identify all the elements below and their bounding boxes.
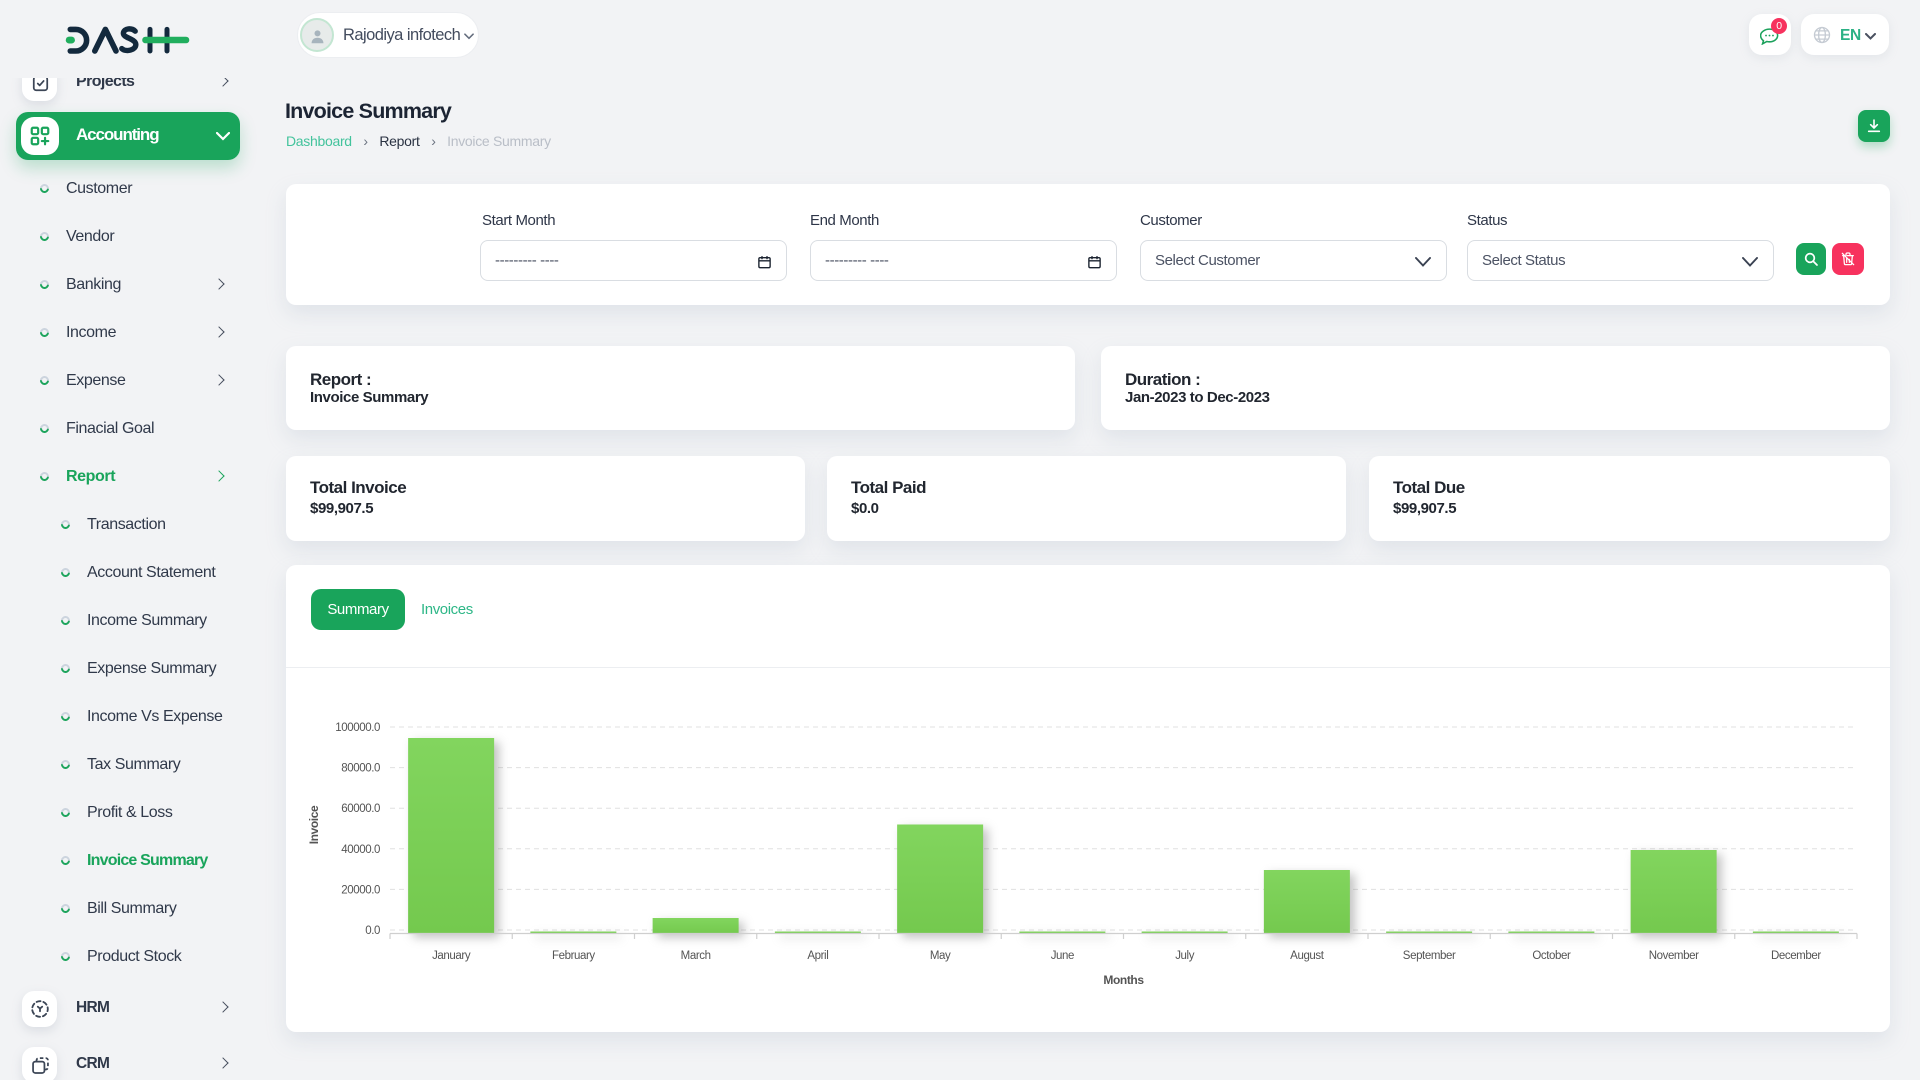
svg-text:January: January xyxy=(432,950,471,962)
svg-text:0.0: 0.0 xyxy=(365,925,380,937)
svg-text:November: November xyxy=(1649,950,1699,962)
svg-text:40000.0: 40000.0 xyxy=(341,844,380,856)
svg-text:60000.0: 60000.0 xyxy=(341,803,380,815)
svg-text:April: April xyxy=(807,950,828,962)
svg-text:September: September xyxy=(1403,950,1456,962)
svg-text:20000.0: 20000.0 xyxy=(341,884,380,896)
svg-text:Months: Months xyxy=(1103,973,1144,987)
svg-text:May: May xyxy=(930,950,951,962)
svg-text:August: August xyxy=(1290,950,1325,962)
svg-text:80000.0: 80000.0 xyxy=(341,763,380,775)
svg-text:December: December xyxy=(1771,950,1821,962)
svg-text:Invoice: Invoice xyxy=(307,805,321,844)
svg-text:February: February xyxy=(552,950,595,962)
svg-text:March: March xyxy=(681,950,711,962)
svg-text:100000.0: 100000.0 xyxy=(335,722,380,734)
svg-text:October: October xyxy=(1532,950,1571,962)
svg-text:July: July xyxy=(1175,950,1195,962)
svg-text:June: June xyxy=(1051,950,1074,962)
